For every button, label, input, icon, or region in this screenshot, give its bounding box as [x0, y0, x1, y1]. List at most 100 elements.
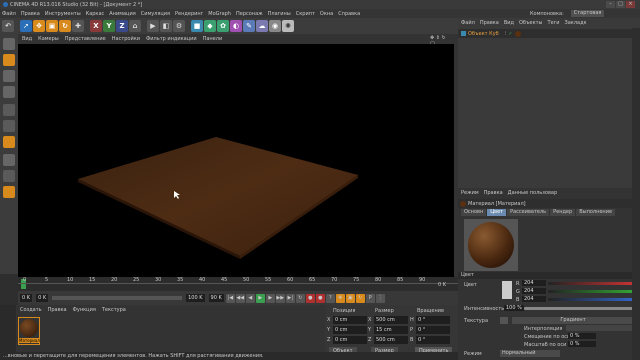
floor-plane[interactable]	[78, 137, 358, 256]
color-r-field[interactable]: 204	[522, 280, 546, 286]
attribute-menu-userdata[interactable]: Данные пользовар	[508, 190, 558, 196]
tweak-mode-icon[interactable]	[3, 170, 15, 182]
timeline[interactable]: 0 5 10 15 20 25 30 35 40 45 50 55 60 65 …	[18, 277, 458, 291]
attribute-menu-edit[interactable]: Правка	[484, 190, 503, 196]
menu-character[interactable]: Персонаж	[236, 11, 263, 17]
z-axis-lock-button[interactable]: Z	[116, 20, 128, 32]
brightness-slider[interactable]	[524, 307, 636, 310]
render-view-icon[interactable]: ▶	[147, 20, 159, 32]
viewport-menu-view[interactable]: Вид	[22, 36, 32, 42]
material-preview[interactable]	[464, 219, 518, 271]
object-menu-view[interactable]: Вид	[504, 20, 514, 26]
live-selection-icon[interactable]: ➚	[20, 20, 32, 32]
prev-key-icon[interactable]: ◀◀	[235, 293, 245, 303]
object-menu-edit[interactable]: Правка	[480, 20, 499, 26]
spline-pen-icon[interactable]: ✎	[243, 20, 255, 32]
tab-color[interactable]: Цвет	[487, 209, 507, 216]
texture-button[interactable]: Градиент	[512, 317, 634, 324]
rotation-b-field[interactable]: 0 °	[416, 336, 450, 344]
prev-frame-icon[interactable]: ◀	[245, 293, 255, 303]
scene-icon[interactable]: ☁	[256, 20, 268, 32]
y-axis-lock-button[interactable]: Y	[103, 20, 115, 32]
object-menu-tags[interactable]: Теги	[548, 20, 560, 26]
position-key-icon[interactable]: ✥	[335, 293, 345, 303]
polygons-mode-icon[interactable]	[3, 136, 15, 148]
array-icon[interactable]: ✿	[217, 20, 229, 32]
next-key-icon[interactable]: ▶▶	[275, 293, 285, 303]
material-menu-function[interactable]: Функция	[73, 307, 96, 313]
viewport-menu-options[interactable]: Настройки	[112, 36, 140, 42]
parameter-key-icon[interactable]: P	[365, 293, 375, 303]
object-menu-bookmarks[interactable]: Закладк	[565, 20, 587, 26]
loop-icon[interactable]: ↻	[295, 293, 305, 303]
menu-render[interactable]: Рендеринг	[175, 11, 203, 17]
rotate-icon[interactable]: ↻	[59, 20, 71, 32]
material-swatch[interactable]: Материал	[18, 317, 40, 345]
texture-mode-icon[interactable]	[3, 70, 15, 82]
mode-dropdown[interactable]: Нормальный	[500, 350, 560, 357]
object-name[interactable]: Объект Куб	[468, 31, 499, 37]
attribute-menu-mode[interactable]: Режим	[461, 190, 479, 196]
scale-field[interactable]: 0 %	[568, 341, 596, 347]
start-frame-field[interactable]: 0 K	[20, 294, 33, 302]
brightness-field[interactable]: 100 %	[504, 305, 524, 311]
tab-render[interactable]: Рендер	[550, 209, 576, 216]
max-frame-field[interactable]: 100 K	[186, 294, 205, 302]
menu-edit[interactable]: Правка	[21, 11, 40, 17]
record-icon[interactable]: ●	[305, 293, 315, 303]
edges-mode-icon[interactable]	[3, 120, 15, 132]
color-swatch[interactable]	[502, 281, 512, 299]
visibility-dots-icon[interactable]: ⁝	[505, 31, 507, 37]
size-x-field[interactable]: 500 cm	[374, 316, 408, 324]
object-menu-objects[interactable]: Объекты	[519, 20, 543, 26]
viewport-menu-display[interactable]: Представление	[65, 36, 106, 42]
subdivision-surface-icon[interactable]: ◆	[204, 20, 216, 32]
menu-mograph[interactable]: MoGraph	[208, 11, 231, 17]
menu-simulation[interactable]: Симуляция	[141, 11, 170, 17]
rotation-h-field[interactable]: 0 °	[416, 316, 450, 324]
undo-icon[interactable]: ↶	[2, 20, 14, 32]
material-menu-edit[interactable]: Правка	[48, 307, 67, 313]
material-menu-texture[interactable]: Текстура	[102, 307, 126, 313]
end-frame-field[interactable]: 90 K	[208, 294, 224, 302]
tab-illumination[interactable]: Выполнение	[576, 209, 616, 216]
keyframe-selection-icon[interactable]: ?	[325, 293, 335, 303]
menu-help[interactable]: Справка	[338, 11, 360, 17]
object-menu-file[interactable]: Файл	[461, 20, 475, 26]
move-icon[interactable]: ✥	[33, 20, 45, 32]
coordinate-system-icon[interactable]: ⌂	[129, 20, 141, 32]
menu-script[interactable]: Скрипт	[296, 11, 315, 17]
position-x-field[interactable]: 0 cm	[333, 316, 367, 324]
model-mode-icon[interactable]	[3, 54, 15, 66]
cube-icon[interactable]: ■	[191, 20, 203, 32]
next-frame-icon[interactable]: ▶	[265, 293, 275, 303]
menu-mesh[interactable]: Каркас	[86, 11, 105, 17]
autokey-icon[interactable]: ●	[315, 293, 325, 303]
x-axis-lock-button[interactable]: X	[90, 20, 102, 32]
preview-range-slider[interactable]	[52, 296, 183, 300]
material-tag-icon[interactable]	[514, 30, 521, 37]
position-z-field[interactable]: 0 cm	[333, 336, 367, 344]
point-level-icon[interactable]: ⋮	[375, 293, 385, 303]
menu-file[interactable]: Файл	[2, 11, 16, 17]
menu-tools[interactable]: Инструменты	[45, 11, 81, 17]
texture-dropdown-arrow-icon[interactable]	[500, 317, 508, 324]
scale-key-icon[interactable]: ▣	[345, 293, 355, 303]
light-icon[interactable]: ✺	[282, 20, 294, 32]
offset-field[interactable]: 0 %	[568, 333, 596, 339]
render-settings-icon[interactable]: ⚙	[173, 20, 185, 32]
viewport-menu-filter[interactable]: Фильтр индикации	[146, 36, 197, 42]
layout-dropdown[interactable]: Стартовая	[570, 10, 605, 17]
close-button[interactable]: ×	[626, 1, 635, 8]
color-g-field[interactable]: 204	[522, 288, 546, 294]
deformer-icon[interactable]: ◐	[230, 20, 242, 32]
interpolation-dropdown[interactable]	[566, 325, 634, 331]
scale-icon[interactable]: ▣	[46, 20, 58, 32]
camera-icon[interactable]: ◉	[269, 20, 281, 32]
right-tab-strip[interactable]	[632, 28, 640, 360]
menu-animation[interactable]: Анимация	[109, 11, 135, 17]
recent-tools-icon[interactable]: ✚	[72, 20, 84, 32]
play-icon[interactable]: ▶	[255, 293, 265, 303]
menu-plugins[interactable]: Плагины	[268, 11, 291, 17]
tab-basic[interactable]: Основн	[461, 209, 487, 216]
